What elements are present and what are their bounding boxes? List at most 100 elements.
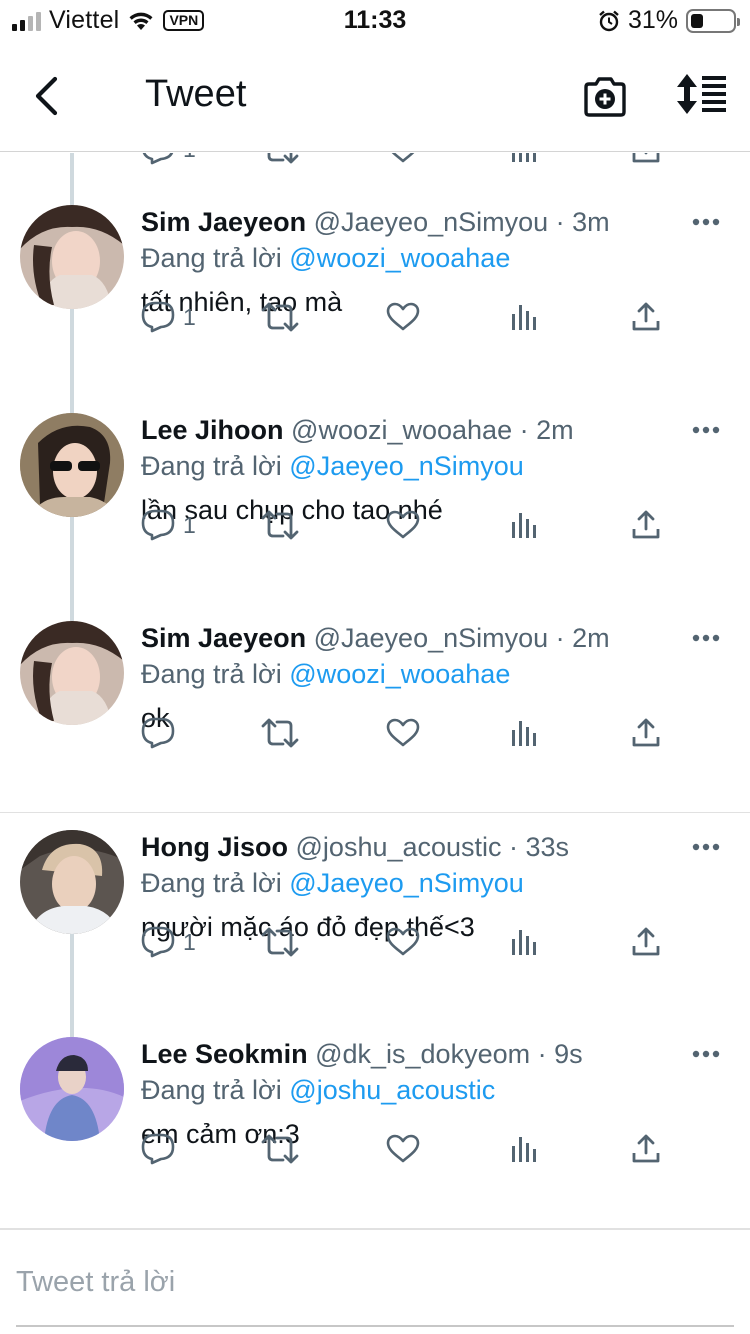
- battery-icon: [686, 8, 740, 33]
- reply-button[interactable]: 1: [141, 501, 196, 549]
- stats-icon: [509, 510, 539, 540]
- stats-icon: [509, 718, 539, 748]
- more-options-button[interactable]: [692, 213, 720, 227]
- views-button[interactable]: [509, 1125, 539, 1173]
- reply-icon: [141, 717, 175, 749]
- avatar[interactable]: [20, 621, 124, 725]
- views-button[interactable]: [509, 918, 539, 966]
- alarm-icon: [599, 10, 619, 31]
- display-name[interactable]: Hong Jisoo: [141, 832, 288, 862]
- reply-icon: [141, 926, 175, 958]
- share-button[interactable]: [631, 709, 661, 757]
- more-options-button[interactable]: [692, 629, 720, 643]
- retweet-icon: [261, 926, 299, 958]
- reply-button[interactable]: [141, 709, 183, 757]
- more-options-button[interactable]: [692, 421, 720, 435]
- retweet-button[interactable]: [261, 1125, 299, 1173]
- share-button[interactable]: [631, 1125, 661, 1173]
- battery-percentage: 31%: [627, 6, 678, 34]
- page-title: Tweet: [145, 73, 247, 115]
- share-icon: [631, 301, 661, 333]
- reply-tweet[interactable]: Sim Jaeyeon @Jaeyeo_nSimyou · 3m Đang tr…: [0, 153, 750, 361]
- reply-count: 1: [183, 511, 196, 538]
- share-button[interactable]: [631, 918, 661, 966]
- status-bar: Viettel VPN 11:33 31%: [0, 0, 750, 40]
- mention-link[interactable]: @woozi_wooahae: [289, 659, 510, 689]
- share-button[interactable]: [631, 293, 661, 341]
- reply-input[interactable]: [16, 1260, 732, 1304]
- tweet-actions: 1: [141, 918, 681, 966]
- reply-tweet[interactable]: Hong Jisoo @joshu_acoustic · 33s Đang tr…: [0, 812, 750, 1020]
- replying-to-label: Đang trả lời: [141, 868, 282, 898]
- reply-composer: [0, 1228, 750, 1334]
- reply-count: 1: [183, 303, 196, 330]
- views-button[interactable]: [509, 501, 539, 549]
- like-button[interactable]: [386, 709, 420, 757]
- replying-to-label: Đang trả lời: [141, 1075, 282, 1105]
- heart-icon: [386, 718, 420, 748]
- avatar[interactable]: [20, 830, 124, 934]
- more-icon: [692, 426, 720, 434]
- like-button[interactable]: [386, 293, 420, 341]
- more-options-button[interactable]: [692, 838, 720, 852]
- sort-icon: [677, 74, 726, 114]
- divider: [16, 1325, 734, 1327]
- chevron-left-icon: [35, 76, 58, 116]
- like-button[interactable]: [386, 918, 420, 966]
- retweet-button[interactable]: [261, 918, 299, 966]
- back-button[interactable]: [26, 68, 66, 124]
- reply-button[interactable]: 1: [141, 918, 196, 966]
- more-icon: [692, 1050, 720, 1058]
- display-name[interactable]: Sim Jaeyeon: [141, 623, 306, 653]
- reply-count: 1: [183, 928, 196, 955]
- handle-and-time: @Jaeyeo_nSimyou · 3m: [313, 207, 610, 237]
- display-name[interactable]: Sim Jaeyeon: [141, 207, 306, 237]
- retweet-icon: [261, 301, 299, 333]
- retweet-button[interactable]: [261, 709, 299, 757]
- like-button[interactable]: [386, 501, 420, 549]
- mention-link[interactable]: @woozi_wooahae: [289, 243, 510, 273]
- sort-replies-button[interactable]: [676, 72, 728, 120]
- handle-and-time: @Jaeyeo_nSimyou · 2m: [313, 623, 610, 653]
- mention-link[interactable]: @joshu_acoustic: [289, 1075, 495, 1105]
- reply-tweet[interactable]: Lee Seokmin @dk_is_dokyeom · 9s Đang trả…: [0, 1020, 750, 1228]
- heart-icon: [386, 302, 420, 332]
- like-button[interactable]: [386, 1125, 420, 1173]
- more-options-button[interactable]: [692, 1045, 720, 1059]
- retweet-button[interactable]: [261, 501, 299, 549]
- reply-tweet[interactable]: Lee Jihoon @woozi_wooahae · 2m Đang trả …: [0, 361, 750, 569]
- mention-link[interactable]: @Jaeyeo_nSimyou: [289, 868, 524, 898]
- reply-tweet[interactable]: Sim Jaeyeon @Jaeyeo_nSimyou · 2m Đang tr…: [0, 569, 750, 777]
- top-bar: Tweet: [0, 40, 750, 152]
- mention-link[interactable]: @Jaeyeo_nSimyou: [289, 451, 524, 481]
- retweet-icon: [261, 509, 299, 541]
- stats-icon: [509, 1134, 539, 1164]
- views-button[interactable]: [509, 293, 539, 341]
- handle-and-time: @joshu_acoustic · 33s: [295, 832, 570, 862]
- heart-icon: [386, 927, 420, 957]
- more-icon: [692, 843, 720, 851]
- retweet-button[interactable]: [261, 293, 299, 341]
- share-image-button[interactable]: [582, 74, 628, 120]
- avatar[interactable]: [20, 1037, 124, 1141]
- reply-icon: [141, 1133, 175, 1165]
- reply-icon: [141, 301, 175, 333]
- share-button[interactable]: [631, 501, 661, 549]
- share-icon: [631, 717, 661, 749]
- reply-icon: [141, 509, 175, 541]
- display-name[interactable]: Lee Jihoon: [141, 415, 284, 445]
- avatar[interactable]: [20, 413, 124, 517]
- reply-button[interactable]: 1: [141, 293, 196, 341]
- stats-icon: [509, 927, 539, 957]
- replying-to-label: Đang trả lời: [141, 243, 282, 273]
- avatar[interactable]: [20, 205, 124, 309]
- share-icon: [631, 1133, 661, 1165]
- views-button[interactable]: [509, 709, 539, 757]
- display-name[interactable]: Lee Seokmin: [141, 1039, 308, 1069]
- more-icon: [692, 218, 720, 226]
- handle-and-time: @dk_is_dokyeom · 9s: [315, 1039, 583, 1069]
- stats-icon: [509, 302, 539, 332]
- replying-to-label: Đang trả lời: [141, 659, 282, 689]
- tweet-actions: [141, 709, 681, 757]
- reply-button[interactable]: [141, 1125, 183, 1173]
